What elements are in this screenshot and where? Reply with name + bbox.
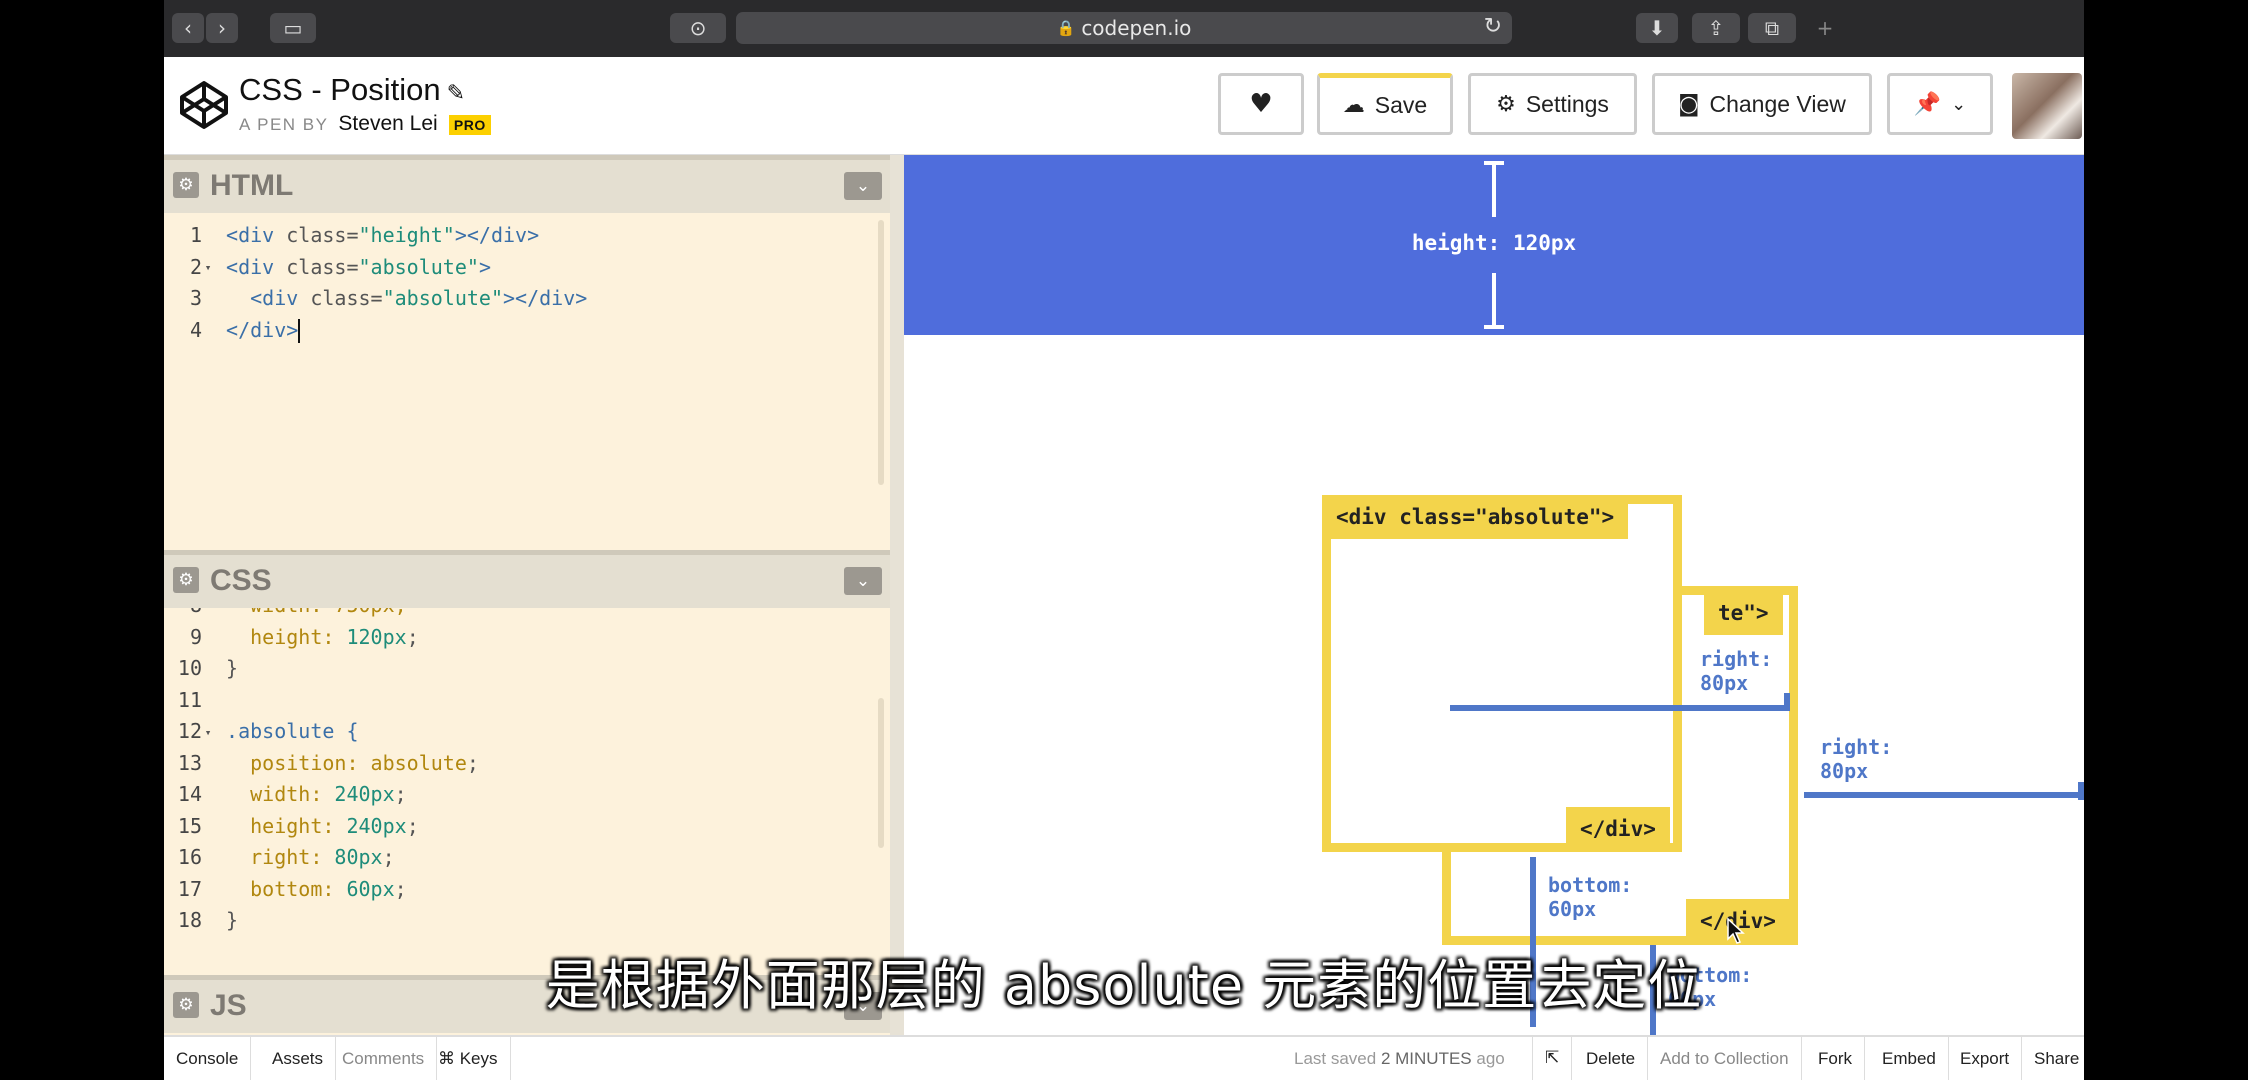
pen-title-text: CSS - Position: [239, 72, 441, 107]
css-pane-header[interactable]: ⚙ CSS ⌄: [164, 550, 890, 608]
code-line: 17 bottom: 60px;: [177, 876, 407, 901]
inner-right-label: right: 80px: [1700, 647, 1773, 695]
inner-right-measure-cap: [1784, 693, 1790, 711]
heart-icon: ♥: [1249, 89, 1273, 119]
html-settings-gear-icon[interactable]: ⚙: [173, 172, 199, 198]
avatar[interactable]: [2012, 73, 2082, 139]
browser-toolbar: ‹ › ▭ ⊙ 🔒 codepen.io ↻ ⬇ ⇪ ⧉ +: [164, 0, 2084, 58]
view-icon: ◙: [1678, 91, 1700, 117]
password-icon[interactable]: ⊙: [670, 13, 726, 43]
css-pane-title: CSS: [210, 564, 272, 597]
share-button[interactable]: Share: [2022, 1037, 2084, 1080]
save-button[interactable]: ☁ Save: [1317, 73, 1453, 135]
downloads-icon[interactable]: ⬇: [1636, 13, 1678, 43]
code-line: 10 }: [177, 656, 239, 680]
by-prefix: A PEN BY: [239, 115, 329, 134]
code-line: 14 width: 240px;: [177, 782, 407, 806]
settings-button[interactable]: ⚙ Settings: [1468, 73, 1637, 135]
back-button[interactable]: ‹: [172, 13, 204, 43]
outer-open-tag: <div class="absolute">: [1322, 495, 1629, 539]
video-subtitle: 是根据外面那层的 absolute 元素的位置去定位: [545, 954, 1703, 1017]
export-button[interactable]: Export: [1948, 1037, 2023, 1080]
css-code-editor[interactable]: 8 width: 750px; 9 height: 120px; 10 } 11…: [164, 608, 890, 990]
html-code-editor[interactable]: 1 <div class="height"></div> 2 ▾ <div cla…: [164, 220, 890, 550]
sidebar-toggle-button[interactable]: ▭: [270, 13, 316, 43]
add-to-collection-button[interactable]: Add to Collection: [1648, 1037, 1802, 1080]
outer-right-label: right: 80px: [1820, 735, 1893, 783]
comments-button[interactable]: Comments: [330, 1037, 438, 1080]
pencil-icon[interactable]: ✎: [447, 80, 465, 105]
height-label: height: 120px: [1411, 231, 1577, 255]
author-link[interactable]: Steven Lei: [338, 112, 437, 135]
reload-icon[interactable]: ↻: [1484, 14, 1502, 39]
code-line: 13 position: absolute;: [177, 750, 479, 775]
fork-button[interactable]: Fork: [1806, 1037, 1865, 1080]
code-line: 16 right: 80px;: [177, 845, 395, 869]
lock-icon: 🔒: [1056, 19, 1076, 37]
code-line: 3 <div class="absolute"></div>: [189, 286, 588, 310]
inner-right-measure-line: [1450, 705, 1790, 711]
pen-title[interactable]: CSS - Position ✎: [239, 72, 465, 108]
cloud-icon: ☁: [1342, 92, 1365, 118]
keys-button[interactable]: ⌘ Keys: [426, 1037, 511, 1080]
settings-label: Settings: [1525, 90, 1609, 117]
inner-open-tag: te">: [1704, 591, 1783, 635]
pin-icon: 📌: [1913, 91, 1942, 117]
outer-right-measure-cap: [2078, 782, 2084, 800]
css-scrollbar[interactable]: [878, 698, 884, 848]
gear-icon: ⚙: [1496, 91, 1516, 117]
console-button[interactable]: Console: [164, 1037, 252, 1080]
code-line: 12 ▾ .absolute {: [164, 716, 890, 748]
code-line: 11: [177, 687, 202, 712]
assets-button[interactable]: Assets: [260, 1037, 337, 1080]
outer-right-measure-line: [1804, 792, 2084, 798]
outer-absolute-box: [1322, 495, 1682, 852]
inner-bottom-label: bottom: 60px: [1548, 873, 1633, 921]
new-tab-icon[interactable]: +: [1812, 13, 1838, 43]
preview-pane[interactable]: height: 120px te"> </div> <div class="ab…: [904, 155, 2084, 1035]
share-icon[interactable]: ⇪: [1692, 13, 1740, 43]
pen-header: CSS - Position ✎ A PEN BY Steven Lei PRO …: [164, 57, 2084, 155]
text-cursor: [298, 319, 301, 343]
forward-button[interactable]: ›: [206, 13, 238, 43]
code-line: 8 width: 750px;: [164, 608, 890, 622]
height-block: height: 120px: [904, 155, 2084, 335]
html-scrollbar[interactable]: [878, 220, 884, 485]
css-settings-gear-icon[interactable]: ⚙: [173, 567, 199, 593]
address-bar[interactable]: 🔒 codepen.io ↻: [736, 12, 1512, 44]
love-button[interactable]: ♥: [1218, 73, 1304, 135]
html-pane-header[interactable]: ⚙ HTML ⌄: [164, 155, 890, 213]
html-pane-title: HTML: [210, 169, 294, 202]
css-collapse-chevron-icon[interactable]: ⌄: [844, 567, 882, 595]
pro-badge: PRO: [448, 115, 491, 135]
code-line: 2 ▾ <div class="absolute">: [164, 252, 890, 284]
editor-column: ⚙ HTML ⌄ 1 <div class="height"></div> 2 ▾…: [164, 155, 905, 1035]
change-view-button[interactable]: ◙ Change View: [1652, 73, 1872, 135]
fold-arrow-icon: ▾: [204, 725, 212, 739]
embed-button[interactable]: Embed: [1870, 1037, 1949, 1080]
url-text: codepen.io: [1081, 16, 1192, 40]
pen-author-line: A PEN BY Steven Lei PRO: [239, 112, 491, 136]
codepen-logo-icon[interactable]: [178, 79, 230, 131]
change-view-label: Change View: [1709, 90, 1846, 117]
last-saved-text: Last saved 2 MINUTES ago: [1294, 1049, 1505, 1068]
code-line: 15 height: 240px;: [177, 813, 419, 838]
open-external-icon[interactable]: ⇱: [1532, 1037, 1573, 1080]
bottom-bar: Console Assets Comments ⌘ Keys Last save…: [164, 1035, 2084, 1080]
chevron-down-icon: ⌄: [1951, 93, 1967, 115]
code-line: 18 }: [177, 908, 239, 932]
save-label: Save: [1374, 91, 1428, 118]
code-line: 4 </div>: [189, 317, 301, 343]
code-line: 1 <div class="height"></div>: [189, 223, 540, 247]
pin-button[interactable]: 📌 ⌄: [1887, 73, 1993, 135]
fold-arrow-icon: ▾: [204, 261, 212, 275]
delete-button[interactable]: Delete: [1574, 1037, 1649, 1080]
html-collapse-chevron-icon[interactable]: ⌄: [844, 172, 882, 200]
browser-window: ‹ › ▭ ⊙ 🔒 codepen.io ↻ ⬇ ⇪ ⧉ + CSS - Pos…: [164, 0, 2084, 1080]
outer-close-tag: </div>: [1566, 807, 1670, 851]
tabs-icon[interactable]: ⧉: [1748, 13, 1796, 43]
code-line: 9 height: 120px;: [189, 624, 419, 649]
